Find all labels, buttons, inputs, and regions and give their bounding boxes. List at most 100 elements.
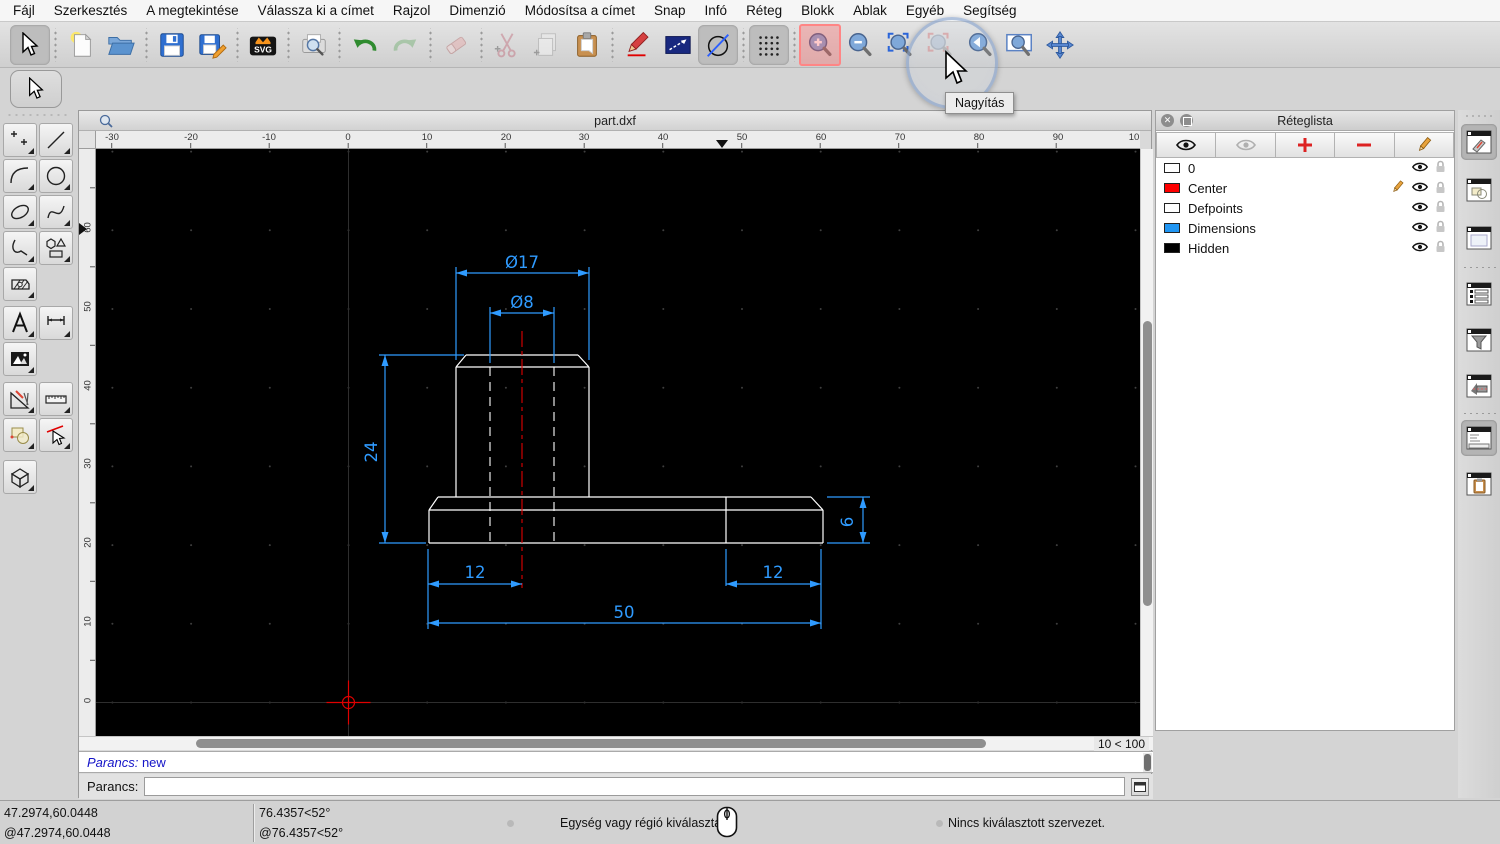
- draw-pencil-button[interactable]: [618, 25, 658, 65]
- dimension-entities[interactable]: Ø17 Ø8 24 6 12 12 50: [362, 253, 870, 629]
- layer-row-hidden[interactable]: Hidden: [1156, 238, 1454, 258]
- menu-file[interactable]: Fájl: [13, 3, 35, 18]
- panel-close-icon[interactable]: ✕: [1161, 114, 1174, 127]
- circle-slash-button[interactable]: [698, 24, 738, 65]
- menu-window[interactable]: Ablak: [853, 3, 887, 18]
- save-as-button[interactable]: [192, 25, 232, 65]
- undo-button[interactable]: [345, 25, 385, 65]
- zoom-auto-button[interactable]: [880, 25, 920, 65]
- menu-modify[interactable]: Módosítsa a címet: [525, 3, 635, 18]
- drawing-canvas[interactable]: Ø17 Ø8 24 6 12 12 50: [96, 149, 1140, 736]
- select-entity-tool[interactable]: [39, 418, 73, 452]
- toggle-clipboard-button[interactable]: [1461, 466, 1497, 502]
- solid-3d-tool[interactable]: [3, 460, 37, 494]
- current-tool-button[interactable]: [10, 70, 62, 108]
- layer-lock-icon[interactable]: [1435, 200, 1446, 213]
- hatch-tool[interactable]: [3, 267, 37, 301]
- toggle-command-line-button[interactable]: [1461, 420, 1497, 456]
- zoom-in-button[interactable]: [799, 23, 841, 66]
- layer-visible-icon[interactable]: [1412, 241, 1428, 253]
- menu-help[interactable]: Segítség: [963, 3, 1016, 18]
- layer-color-swatch[interactable]: [1164, 243, 1180, 253]
- menu-edit[interactable]: Szerkesztés: [54, 3, 128, 18]
- line-edit-button[interactable]: [658, 25, 698, 65]
- layer-color-swatch[interactable]: [1164, 163, 1180, 173]
- modify-tool[interactable]: [3, 418, 37, 452]
- zoom-previous-button[interactable]: [960, 25, 1000, 65]
- zoom-window-button[interactable]: [1000, 25, 1040, 65]
- toggle-layer-list-button[interactable]: [1461, 124, 1497, 160]
- menu-info[interactable]: Infó: [705, 3, 728, 18]
- ruler-tool[interactable]: [39, 382, 73, 416]
- cut-button[interactable]: [487, 25, 527, 65]
- toggle-block-list-button[interactable]: [1461, 172, 1497, 208]
- command-input[interactable]: [144, 777, 1125, 796]
- menu-block[interactable]: Blokk: [801, 3, 834, 18]
- image-tool[interactable]: [3, 342, 37, 376]
- paste-button[interactable]: [567, 25, 607, 65]
- ellipse-tool[interactable]: [3, 195, 37, 229]
- copy-button[interactable]: [527, 25, 567, 65]
- command-options-button[interactable]: [1131, 777, 1149, 796]
- open-file-button[interactable]: [101, 25, 141, 65]
- pan-button[interactable]: [1040, 25, 1080, 65]
- new-file-button[interactable]: [61, 25, 101, 65]
- arc-tool[interactable]: [3, 159, 37, 193]
- palette-drag-handle[interactable]: [6, 113, 70, 117]
- remove-layer-button[interactable]: [1335, 132, 1395, 158]
- add-layer-button[interactable]: [1275, 132, 1336, 158]
- menu-view[interactable]: A megtekintése: [146, 3, 238, 18]
- menu-snap[interactable]: Snap: [654, 3, 686, 18]
- layer-color-swatch[interactable]: [1164, 183, 1180, 193]
- print-preview-button[interactable]: [294, 25, 334, 65]
- zoom-out-button[interactable]: [840, 25, 880, 65]
- toggle-library-browser-button[interactable]: [1461, 220, 1497, 256]
- history-scrollbar-thumb[interactable]: [1144, 754, 1151, 771]
- layer-visible-icon[interactable]: [1412, 181, 1428, 193]
- zoom-selection-button[interactable]: [920, 25, 960, 65]
- redo-button[interactable]: [385, 25, 425, 65]
- toggle-pattern-viewer-button[interactable]: [1461, 368, 1497, 404]
- layer-visible-icon[interactable]: [1412, 161, 1428, 173]
- layer-row-0[interactable]: 0: [1156, 158, 1454, 178]
- layer-lock-icon[interactable]: [1435, 160, 1446, 173]
- show-all-layers-button[interactable]: [1156, 132, 1217, 158]
- spline-tool[interactable]: [39, 195, 73, 229]
- layer-lock-icon[interactable]: [1435, 220, 1446, 233]
- menu-misc[interactable]: Egyéb: [906, 3, 944, 18]
- vscroll-thumb[interactable]: [1143, 321, 1152, 606]
- dimension-tool[interactable]: [39, 306, 73, 340]
- layer-row-defpoints[interactable]: Defpoints: [1156, 198, 1454, 218]
- layer-visible-icon[interactable]: [1412, 221, 1428, 233]
- toggle-property-list-button[interactable]: [1461, 276, 1497, 312]
- text-tool[interactable]: [3, 306, 37, 340]
- menu-select[interactable]: Válassza ki a címet: [258, 3, 374, 18]
- edit-layer-button[interactable]: [1394, 132, 1455, 158]
- save-button[interactable]: [152, 25, 192, 65]
- hscroll-thumb[interactable]: [196, 739, 986, 748]
- cad-measure-tool[interactable]: [3, 382, 37, 416]
- panel-float-icon[interactable]: [1180, 114, 1193, 127]
- layer-color-swatch[interactable]: [1164, 223, 1180, 233]
- menu-layer[interactable]: Réteg: [746, 3, 782, 18]
- layer-lock-icon[interactable]: [1435, 240, 1446, 253]
- shapes-tool[interactable]: [39, 231, 73, 265]
- menu-draw[interactable]: Rajzol: [393, 3, 431, 18]
- menu-dimension[interactable]: Dimenzió: [449, 3, 505, 18]
- horizontal-scrollbar[interactable]: [96, 737, 1091, 751]
- history-scrollbar[interactable]: [1143, 753, 1152, 772]
- hide-all-layers-button[interactable]: [1216, 132, 1276, 158]
- grid-toggle-button[interactable]: [749, 24, 789, 65]
- layer-row-dimensions[interactable]: Dimensions: [1156, 218, 1454, 238]
- erase-button[interactable]: [436, 25, 476, 65]
- line-tool[interactable]: [39, 123, 73, 157]
- select-tool-button[interactable]: [10, 24, 50, 65]
- layer-visible-icon[interactable]: [1412, 201, 1428, 213]
- layer-row-center[interactable]: Center: [1156, 178, 1454, 198]
- points-tool[interactable]: [3, 123, 37, 157]
- polyline-tool[interactable]: [3, 231, 37, 265]
- layer-color-swatch[interactable]: [1164, 203, 1180, 213]
- vertical-scrollbar[interactable]: [1140, 149, 1153, 736]
- circle-tool[interactable]: [39, 159, 73, 193]
- dock-bar-handle[interactable]: [1464, 114, 1494, 118]
